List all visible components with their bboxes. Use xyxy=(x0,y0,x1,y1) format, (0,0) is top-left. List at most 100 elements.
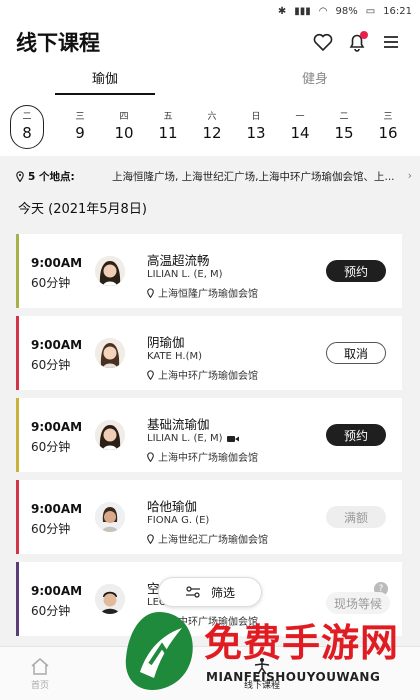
waitlist-button[interactable]: 现场等候 xyxy=(326,592,390,614)
teacher-avatar xyxy=(95,502,125,532)
tabbar-item-courses[interactable]: 线下课程 xyxy=(244,657,280,691)
bluetooth-icon: ✱ xyxy=(277,5,287,17)
class-name: 阴瑜伽 xyxy=(147,335,185,350)
tab-yoga[interactable]: 瑜伽 xyxy=(0,62,210,98)
status-bar: ✱ ▮▮▮ ◠ 98% ▭ 16:21 xyxy=(0,0,420,22)
venue-text: 上海中环广场瑜伽会馆 xyxy=(158,617,258,628)
date-number: 15 xyxy=(334,124,354,142)
date-weekday: 二 xyxy=(339,112,349,122)
date-item[interactable]: 六 12 xyxy=(190,111,234,143)
date-number: 17 xyxy=(410,123,420,143)
notification-badge xyxy=(360,31,368,39)
venue-text: 上海世纪汇广场瑜伽会馆 xyxy=(158,535,268,546)
home-icon xyxy=(31,658,49,675)
date-number: 13 xyxy=(246,124,266,142)
teacher-name: FIONA G. (E) xyxy=(147,515,209,526)
tab-fitness[interactable]: 健身 xyxy=(210,62,420,98)
date-number: 10 xyxy=(114,124,134,142)
class-duration: 60分钟 xyxy=(31,604,71,618)
teacher-name-text: LILIAN L. (E, M) xyxy=(147,433,223,444)
class-card[interactable]: 9:00AM 60分钟 哈他瑜伽 FIONA G. (E) 上海世纪汇广场瑜伽会… xyxy=(16,480,402,554)
today-date-label: 今天 (2021年5月8日) xyxy=(18,202,147,217)
date-item[interactable]: 五 11 xyxy=(146,111,190,143)
class-name: 高温超流畅 xyxy=(147,253,210,268)
class-duration: 60分钟 xyxy=(31,358,71,372)
class-card[interactable]: 9:00AM 60分钟 基础流瑜伽 LILIAN L. (E, M) 上海中环广… xyxy=(16,398,402,472)
tabbar-item-home[interactable]: 首页 xyxy=(30,657,50,691)
date-number: 12 xyxy=(202,124,222,142)
filter-button[interactable]: 筛选 xyxy=(158,577,262,607)
teacher-name: KATE H.(M) xyxy=(147,351,202,362)
class-venue: 上海中环广场瑜伽会馆 xyxy=(147,613,258,628)
date-strip: 二8 三9 四10 五11 六12 日13 一14 二15 三16 四17 xyxy=(0,98,420,156)
yoga-figure-icon xyxy=(254,658,270,675)
date-item[interactable]: 三9 xyxy=(58,111,102,143)
class-duration: 60分钟 xyxy=(31,276,71,290)
teacher-avatar xyxy=(95,420,125,450)
teacher-avatar xyxy=(95,584,125,614)
class-time: 9:00AM xyxy=(31,256,83,270)
class-time: 9:00AM xyxy=(31,502,83,516)
category-tabs: 瑜伽 健身 xyxy=(0,62,420,98)
tabbar-label: 首页 xyxy=(30,681,49,691)
class-card[interactable]: 9:00AM 60分钟 阴瑜伽 KATE H.(M) 上海中环广场瑜伽会馆 取消 xyxy=(16,316,402,390)
date-weekday: 四 xyxy=(410,111,420,123)
book-button[interactable]: 预约 xyxy=(326,424,386,446)
class-venue: 上海中环广场瑜伽会馆 xyxy=(147,449,258,464)
teacher-name-text: KATE H.(M) xyxy=(147,351,203,362)
teacher-name: LILIAN L. (E, M) xyxy=(147,269,223,280)
class-time: 9:00AM xyxy=(31,584,83,598)
filter-label: 筛选 xyxy=(210,585,235,600)
date-item-selected[interactable]: 二8 xyxy=(10,105,44,149)
class-duration: 60分钟 xyxy=(31,440,71,454)
teacher-name: LILIAN L. (E, M) xyxy=(147,433,239,444)
date-number: 9 xyxy=(75,124,85,142)
favorites-button[interactable] xyxy=(308,27,338,57)
cancel-button[interactable]: 取消 xyxy=(326,342,386,364)
class-name: 哈他瑜伽 xyxy=(147,499,198,514)
class-duration: 60分钟 xyxy=(31,522,71,536)
full-button[interactable]: 满额 xyxy=(326,506,386,528)
location-pin-icon xyxy=(147,533,154,544)
location-pin-icon xyxy=(16,170,24,182)
date-weekday: 六 xyxy=(207,112,217,122)
clock: 16:21 xyxy=(383,5,412,17)
location-count: 5 个地点: xyxy=(28,170,75,183)
class-card[interactable]: 9:00AM 60分钟 高温超流畅 LILIAN L. (E, M) 上海恒隆广… xyxy=(16,234,402,308)
date-item[interactable]: 一 14 xyxy=(278,111,322,143)
date-number: 11 xyxy=(158,124,178,142)
date-weekday: 四 xyxy=(119,112,129,122)
chevron-right-icon: › xyxy=(407,170,412,182)
teacher-name-text: LILIAN L. (E, M) xyxy=(147,269,223,280)
heart-icon xyxy=(313,33,333,51)
class-venue: 上海世纪汇广场瑜伽会馆 xyxy=(147,531,268,546)
date-number: 14 xyxy=(290,124,310,142)
venue-text: 上海中环广场瑜伽会馆 xyxy=(158,453,258,464)
date-item[interactable]: 二 15 xyxy=(322,111,366,143)
hamburger-icon xyxy=(384,36,398,48)
date-number: 8 xyxy=(22,124,32,142)
menu-button[interactable] xyxy=(376,27,406,57)
date-item[interactable]: 日 13 xyxy=(234,111,278,143)
signal-icon: ▮▮▮ xyxy=(294,5,311,17)
battery-level: 98% xyxy=(335,5,358,17)
book-button[interactable]: 预约 xyxy=(326,260,386,282)
date-item[interactable]: 四 10 xyxy=(102,111,146,143)
date-item[interactable]: 四17 xyxy=(410,111,420,143)
venue-text: 上海中环广场瑜伽会馆 xyxy=(158,371,258,382)
class-venue: 上海恒隆广场瑜伽会馆 xyxy=(147,285,258,300)
date-weekday: 五 xyxy=(163,112,173,122)
video-camera-icon xyxy=(226,435,239,442)
location-filter-bar[interactable]: 5 个地点: 上海恒隆广场, 上海世纪汇广场,上海中环广场瑜伽会馆、上... › xyxy=(0,164,420,188)
date-weekday: 日 xyxy=(251,112,261,122)
date-weekday: 三 xyxy=(383,112,393,122)
date-number: 16 xyxy=(378,124,398,142)
date-weekday: 一 xyxy=(295,112,305,122)
notifications-button[interactable] xyxy=(342,27,372,57)
tabbar-label: 线下课程 xyxy=(244,681,281,691)
date-item[interactable]: 三 16 xyxy=(366,111,410,143)
teacher-avatar xyxy=(95,338,125,368)
location-pin-icon xyxy=(147,451,154,462)
class-time: 9:00AM xyxy=(31,420,83,434)
app-header: 线下课程 xyxy=(0,22,420,62)
